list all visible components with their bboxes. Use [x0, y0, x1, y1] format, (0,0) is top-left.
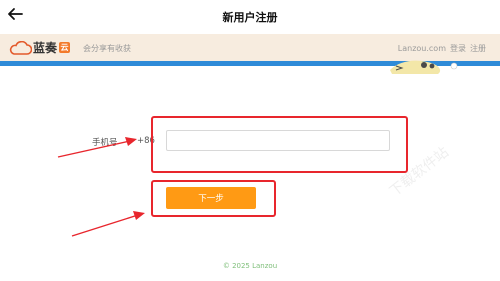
logo-text: 蓝奏	[33, 41, 58, 55]
arrow-to-next	[71, 211, 145, 237]
mascot-decoration	[390, 60, 458, 74]
login-link[interactable]: 登录	[450, 44, 466, 53]
site-slogan: 会分享有收获	[83, 44, 131, 53]
register-link[interactable]: 注册	[470, 44, 486, 53]
site-header: 蓝奏 云 会分享有收获 Lanzou.com 登录 注册	[0, 34, 500, 61]
app-bar: 新用户注册	[0, 0, 500, 34]
phone-highlight-box	[151, 116, 408, 173]
site-logo[interactable]: 蓝奏 云	[8, 39, 71, 56]
brand-link[interactable]: Lanzou.com	[398, 44, 446, 53]
page-title: 新用户注册	[222, 11, 278, 24]
footer-copyright: © 2025 Lanzou	[222, 262, 278, 270]
header-links: Lanzou.com 登录 注册	[398, 43, 486, 54]
cloud-icon	[9, 40, 32, 55]
next-highlight-box	[151, 180, 276, 217]
logo-badge: 云	[59, 42, 71, 53]
phone-label: 手机号	[92, 138, 118, 148]
